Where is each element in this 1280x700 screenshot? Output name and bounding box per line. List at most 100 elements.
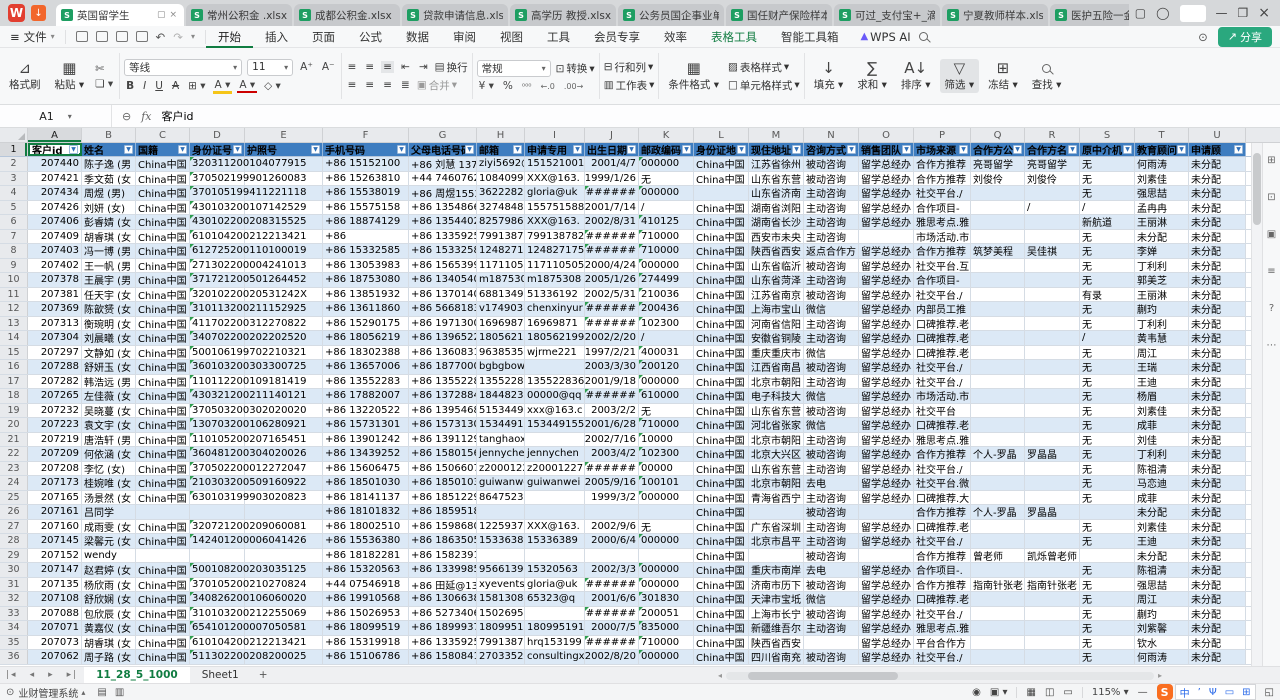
page-break-view-icon[interactable]: ▭ — [1063, 687, 1072, 698]
cell[interactable]: +86 13965221 — [409, 331, 477, 345]
column-header-F[interactable]: F — [323, 128, 409, 142]
finance-system-label[interactable]: 业财管理系统 — [18, 685, 78, 700]
cell[interactable]: 被动咨询 — [804, 607, 859, 621]
cell[interactable] — [525, 607, 585, 621]
cell[interactable]: 丁利利 — [1135, 259, 1189, 273]
cell[interactable]: 留学总经办 — [859, 346, 914, 360]
cell[interactable]: 合作方推荐 — [914, 578, 971, 592]
cell[interactable] — [525, 433, 585, 447]
filter-dropdown-icon[interactable]: ▼ — [1234, 145, 1243, 154]
cell[interactable]: 包欣辰 (女 — [82, 607, 136, 621]
align-top-icon[interactable]: ≡ — [346, 61, 359, 73]
menu-tab-开始[interactable]: 开始 — [206, 26, 253, 48]
cell[interactable]: +86 13701404 — [409, 288, 477, 302]
cell[interactable]: 被动咨询 — [804, 505, 859, 519]
filter-dropdown-icon[interactable]: ▼ — [513, 145, 522, 154]
cell[interactable]: 无 — [1080, 476, 1135, 490]
cell[interactable]: 四川省南充 — [749, 650, 804, 664]
header-cell[interactable]: 现住地址▼ — [749, 143, 804, 156]
cell[interactable]: 留学总经办 — [859, 331, 914, 345]
cell[interactable]: +86 1971300890 — [409, 317, 477, 331]
cell[interactable]: 2000/7/5 — [585, 621, 639, 635]
cell[interactable]: 130703200106280921 — [190, 418, 245, 432]
cell[interactable]: China中国 — [136, 201, 190, 215]
cell[interactable]: China中国 — [136, 215, 190, 229]
cell[interactable] — [971, 186, 1025, 200]
cell[interactable] — [971, 201, 1025, 215]
cell[interactable]: +86 19910568 — [323, 592, 409, 606]
header-cell[interactable]: 邮政编码▼ — [639, 143, 694, 156]
cell[interactable] — [971, 346, 1025, 360]
cell[interactable]: 135522836 — [525, 375, 585, 389]
cell[interactable]: 江苏省南京 — [749, 288, 804, 302]
cell[interactable]: ######## — [585, 317, 639, 331]
cell[interactable]: 被动咨询 — [804, 650, 859, 664]
cell[interactable]: 未分配 — [1189, 520, 1246, 534]
cell[interactable]: 207406 — [28, 215, 82, 229]
cell[interactable]: 无 — [1080, 636, 1135, 650]
cell[interactable] — [190, 549, 245, 563]
cell[interactable]: 雅思考点.雅 — [914, 433, 971, 447]
cell[interactable]: China中国 — [694, 215, 749, 229]
cell[interactable] — [971, 389, 1025, 403]
cell[interactable]: China中国 — [694, 346, 749, 360]
cell[interactable]: China中国 — [694, 244, 749, 258]
filter-dropdown-icon[interactable]: ▼ — [178, 145, 187, 154]
cell[interactable]: 蒯玓 — [1135, 607, 1189, 621]
cell[interactable] — [1025, 302, 1080, 316]
cell[interactable]: 500108200203035125 — [190, 563, 245, 577]
cell[interactable]: China中国 — [136, 520, 190, 534]
cell[interactable]: 微信 — [804, 302, 859, 316]
cell[interactable]: China中国 — [694, 549, 749, 563]
cell[interactable]: 被动咨询 — [804, 288, 859, 302]
column-header-S[interactable]: S — [1080, 128, 1135, 142]
cell[interactable]: 刘紫馨 — [1135, 621, 1189, 635]
column-header-O[interactable]: O — [859, 128, 914, 142]
header-cell[interactable]: 教育顾问▼ — [1135, 143, 1189, 156]
select-all-corner[interactable] — [0, 128, 28, 142]
cell[interactable]: 被动咨询 — [804, 157, 859, 171]
cell[interactable] — [1025, 389, 1080, 403]
cell[interactable]: 124827175 — [477, 244, 525, 258]
decrease-indent-icon[interactable]: ⇤ — [399, 61, 412, 73]
align-right-icon[interactable]: ≡ — [381, 79, 394, 91]
cell[interactable]: 未分配 — [1189, 360, 1246, 374]
cell[interactable]: 15336389 — [525, 534, 585, 548]
cell[interactable]: 956613934 — [477, 563, 525, 577]
cell[interactable]: ######## — [585, 244, 639, 258]
cell[interactable]: 207265 — [28, 389, 82, 403]
cell[interactable]: China中国 — [136, 360, 190, 374]
cell[interactable]: 710000 — [639, 230, 694, 244]
doc-tab[interactable]: S国任财产保险样本.x — [726, 4, 832, 26]
cell[interactable]: 320721200209060081 — [190, 520, 245, 534]
cell[interactable]: China中国 — [136, 375, 190, 389]
row-number[interactable]: 25 — [0, 491, 28, 505]
cell[interactable]: 207297 — [28, 346, 82, 360]
cell[interactable] — [1025, 433, 1080, 447]
cell[interactable]: 799138782 — [477, 636, 525, 650]
column-header-M[interactable]: M — [749, 128, 804, 142]
cell[interactable]: / — [1025, 201, 1080, 215]
header-cell[interactable]: 合作方公▼ — [971, 143, 1025, 156]
cell[interactable]: 微信 — [804, 418, 859, 432]
cell[interactable]: 留学总经办 — [859, 317, 914, 331]
cell[interactable]: China中国 — [136, 244, 190, 258]
cell[interactable]: 184482332 — [477, 389, 525, 403]
column-header-E[interactable]: E — [245, 128, 323, 142]
cell[interactable]: 1997/2/21 — [585, 346, 639, 360]
cell[interactable]: +86 15152100 — [323, 157, 409, 171]
cell[interactable] — [1025, 607, 1080, 621]
cell[interactable]: 2002/8/20 — [585, 650, 639, 664]
cell[interactable]: 主动咨询 — [804, 331, 859, 345]
cell[interactable] — [1025, 592, 1080, 606]
header-cell[interactable]: 身份证号▼ — [190, 143, 245, 156]
cell[interactable]: 留学总经办 — [859, 650, 914, 664]
cell[interactable]: 51336192 — [525, 288, 585, 302]
cell[interactable]: 未分配 — [1189, 491, 1246, 505]
minimize-button[interactable]: — — [1216, 6, 1228, 20]
font-color-button[interactable]: A ▾ — [237, 79, 257, 93]
cell[interactable]: 陕西省西安 — [749, 244, 804, 258]
row-number[interactable]: 5 — [0, 201, 28, 215]
cell[interactable]: 合作方推荐 — [914, 549, 971, 563]
cell[interactable]: 142401200006041426 — [190, 534, 245, 548]
